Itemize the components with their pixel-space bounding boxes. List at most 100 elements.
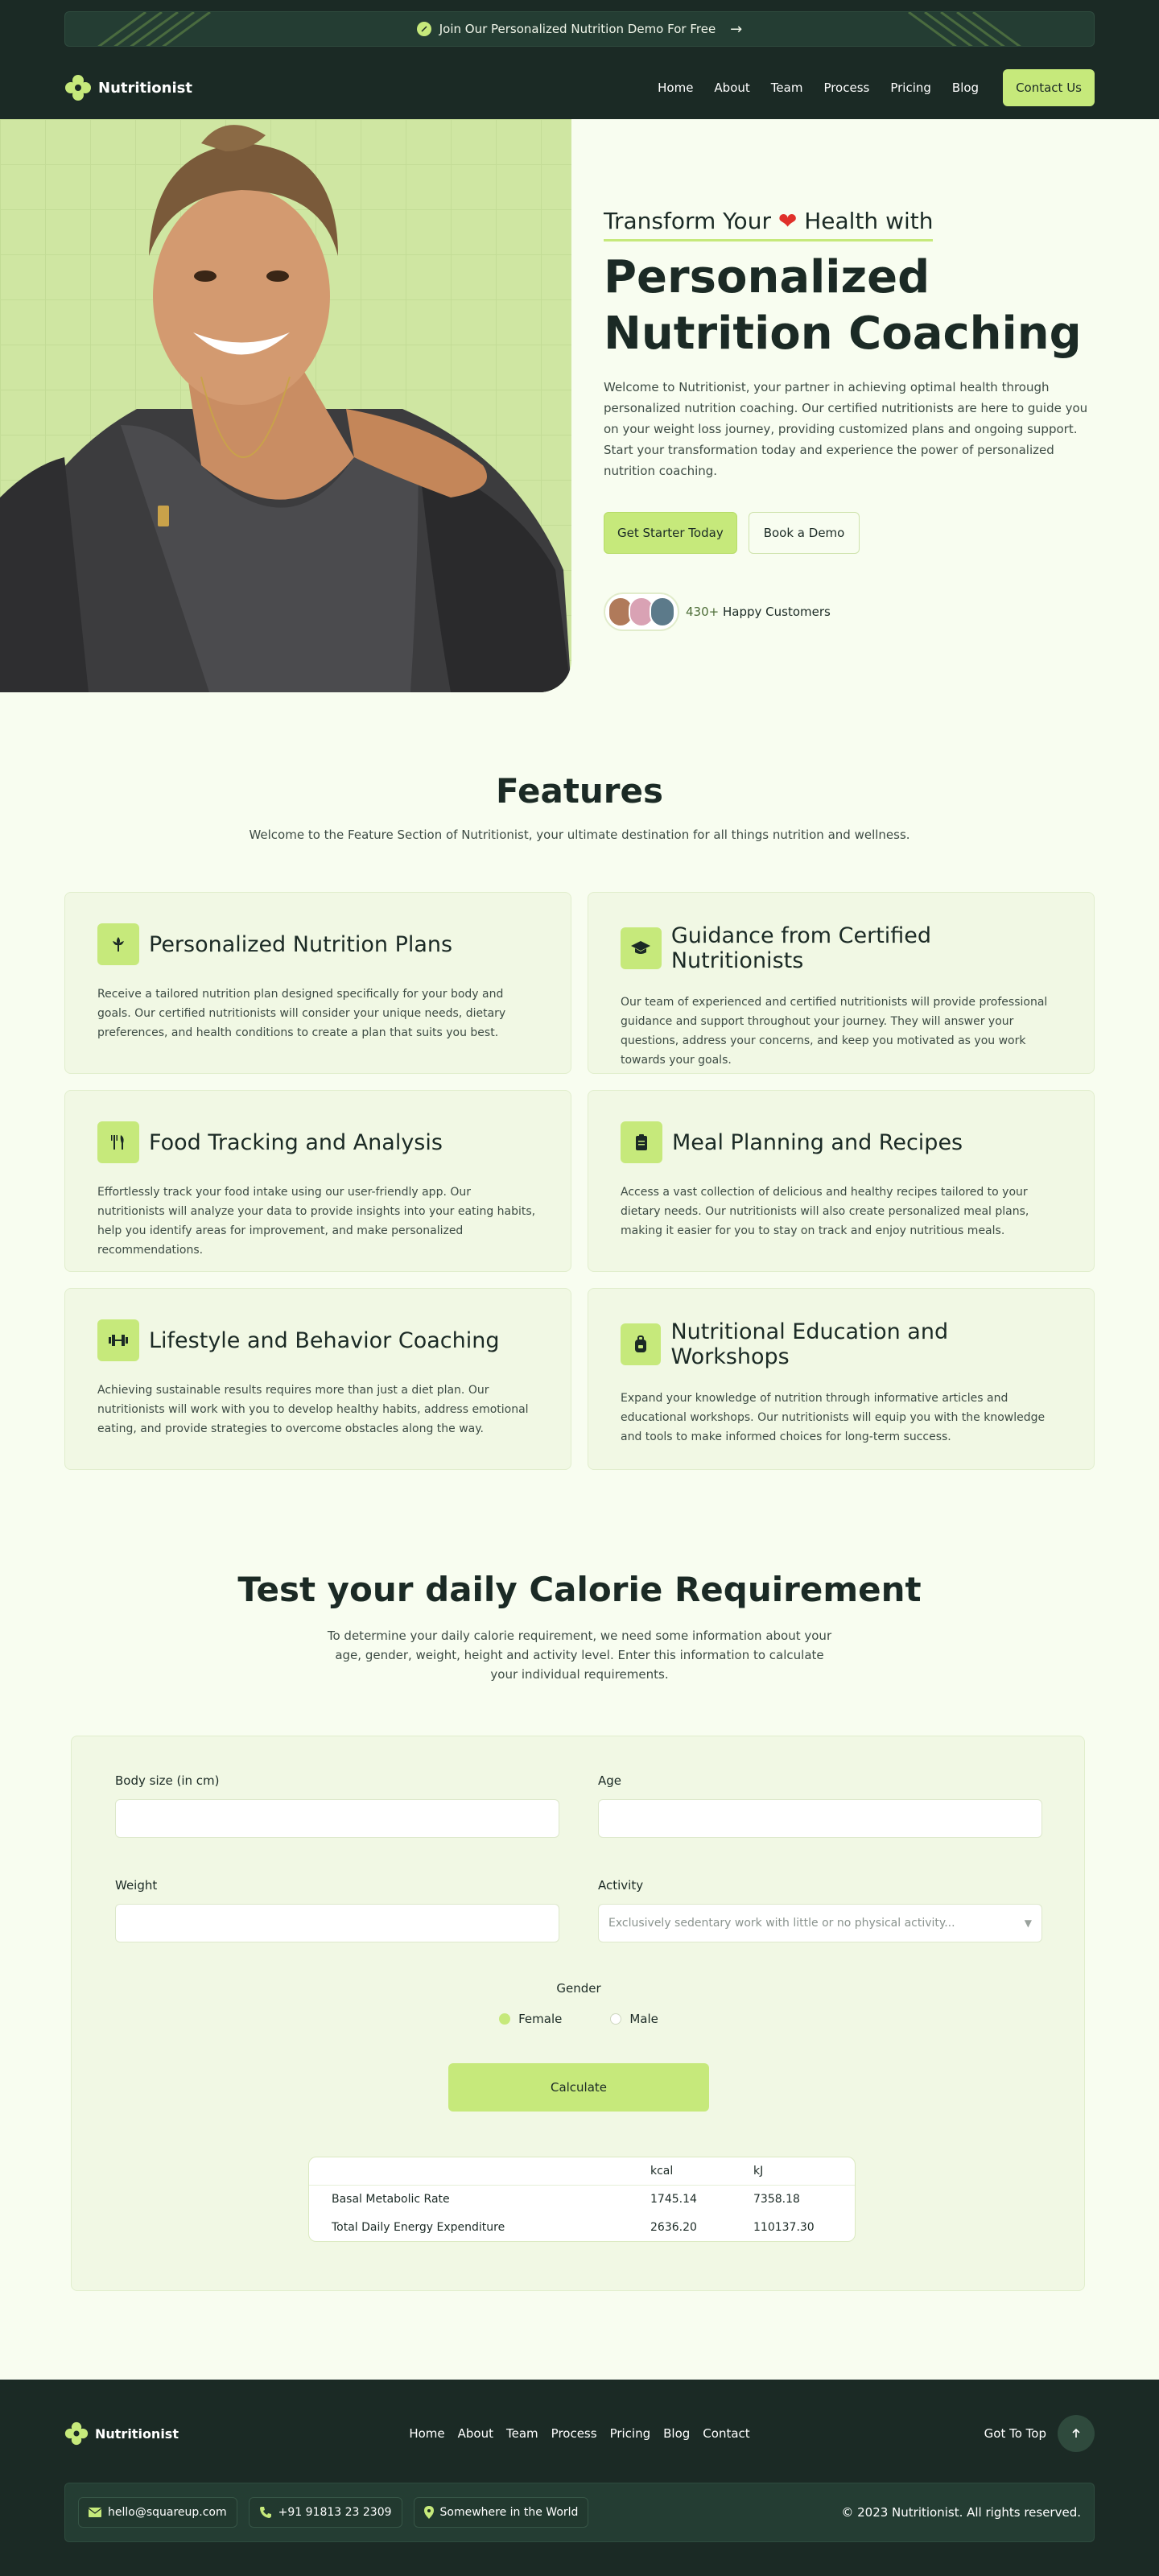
feature-description: Effortlessly track your food intake usin… xyxy=(97,1186,536,1257)
age-field: Age xyxy=(598,1773,1042,1838)
chevron-down-icon: ▼ xyxy=(1024,1918,1032,1929)
footer-nav-blog[interactable]: Blog xyxy=(663,2426,690,2441)
footer-nav-about[interactable]: About xyxy=(458,2426,493,2441)
feature-description: Our team of experienced and certified nu… xyxy=(621,996,1048,1067)
email-link[interactable]: hello@squareup.com xyxy=(78,2497,237,2528)
logo-icon xyxy=(64,2421,89,2446)
go-to-top-label: Got To Top xyxy=(984,2426,1046,2441)
age-input[interactable] xyxy=(598,1799,1042,1838)
logo-icon xyxy=(65,75,91,101)
features-grid: Personalized Nutrition Plans Receive a t… xyxy=(64,892,1095,1470)
table-cell: Total Daily Energy Expenditure xyxy=(332,2220,505,2234)
feature-card: Meal Planning and Recipes Access a vast … xyxy=(588,1090,1095,1272)
calculate-button[interactable]: Calculate xyxy=(448,2063,709,2112)
backpack-icon xyxy=(621,1323,662,1365)
heart-icon: ❤ xyxy=(777,208,798,234)
nav-item-process[interactable]: Process xyxy=(823,80,869,95)
feature-title: Meal Planning and Recipes xyxy=(672,1129,963,1155)
clipboard-icon xyxy=(621,1121,662,1163)
graduation-cap-icon xyxy=(621,927,662,969)
navbar: Nutritionist Home About Team Process Pri… xyxy=(64,69,1095,106)
table-cell: 2636.20 xyxy=(650,2220,697,2234)
activity-value: Exclusively sedentary work with little o… xyxy=(608,1917,955,1930)
table-cell: Basal Metabolic Rate xyxy=(332,2192,450,2206)
hero-image xyxy=(0,119,571,692)
customer-avatars xyxy=(604,592,679,631)
footer-nav-team[interactable]: Team xyxy=(506,2426,538,2441)
body-size-field: Body size (in cm) xyxy=(115,1773,559,1838)
feature-description: Access a vast collection of delicious an… xyxy=(621,1186,1029,1237)
phone-link[interactable]: +91 91813 23 2309 xyxy=(248,2497,402,2528)
radio-selected-icon xyxy=(499,2013,511,2025)
calorie-title: Test your daily Calorie Requirement xyxy=(237,1570,922,1609)
table-header-row: kcal kJ xyxy=(309,2157,855,2186)
contact-us-button[interactable]: Contact Us xyxy=(1003,69,1095,106)
site-header: Join Our Personalized Nutrition Demo For… xyxy=(0,0,1159,119)
body-size-input[interactable] xyxy=(115,1799,559,1838)
arrow-right-icon: → xyxy=(730,20,743,38)
promo-banner[interactable]: Join Our Personalized Nutrition Demo For… xyxy=(64,11,1095,47)
location-pin-icon xyxy=(423,2506,434,2519)
footer-nav-pricing[interactable]: Pricing xyxy=(610,2426,651,2441)
feature-title: Guidance from Certified Nutritionists xyxy=(670,923,932,973)
feature-title: Nutritional Education and Workshops xyxy=(670,1319,949,1369)
hero-kicker-pre: Transform Your xyxy=(604,208,771,234)
feature-title: Food Tracking and Analysis xyxy=(149,1129,443,1155)
table-row: Total Daily Energy Expenditure 2636.20 1… xyxy=(309,2213,855,2241)
dumbbell-icon xyxy=(97,1319,139,1361)
nav-item-pricing[interactable]: Pricing xyxy=(890,80,931,95)
go-to-top-button[interactable]: Got To Top xyxy=(984,2415,1095,2452)
activity-select[interactable]: Exclusively sedentary work with little o… xyxy=(598,1904,1042,1942)
feature-card: Food Tracking and Analysis Effortlessly … xyxy=(64,1090,571,1272)
gender-male-radio[interactable]: Male xyxy=(610,2012,658,2026)
customers-count: 430+ xyxy=(686,605,720,619)
weight-field: Weight xyxy=(115,1878,559,1942)
female-label: Female xyxy=(518,2012,563,2026)
brand-name: Nutritionist xyxy=(98,79,192,97)
gender-female-radio[interactable]: Female xyxy=(499,2012,562,2026)
feature-title: Lifestyle and Behavior Coaching xyxy=(149,1327,500,1353)
footer-nav-home[interactable]: Home xyxy=(409,2426,444,2441)
nav-item-blog[interactable]: Blog xyxy=(952,80,979,95)
happy-customers: 430+ Happy Customers xyxy=(604,592,1095,631)
fork-knife-icon xyxy=(97,1121,139,1163)
nav-item-about[interactable]: About xyxy=(714,80,749,95)
book-demo-button[interactable]: Book a Demo xyxy=(748,512,860,554)
gender-label: Gender xyxy=(556,1981,601,1996)
woman-portrait-illustration xyxy=(0,125,571,692)
nav-item-home[interactable]: Home xyxy=(658,80,693,95)
age-label: Age xyxy=(598,1773,622,1788)
calorie-subtitle: To determine your daily calorie requirem… xyxy=(327,1629,832,1682)
hero-actions: Get Starter Today Book a Demo xyxy=(604,512,1095,554)
feature-card: Personalized Nutrition Plans Receive a t… xyxy=(64,892,571,1074)
promo-text: Join Our Personalized Nutrition Demo For… xyxy=(439,22,716,36)
leaf-icon xyxy=(416,22,431,36)
mail-icon xyxy=(89,2508,101,2517)
nav-item-team[interactable]: Team xyxy=(771,80,803,95)
hero-content: Transform Your ❤ Health with Personalize… xyxy=(604,208,1095,631)
location-link[interactable]: Somewhere in the World xyxy=(413,2497,589,2528)
leaf-pattern-decoration xyxy=(97,12,211,46)
table-header: kJ xyxy=(753,2157,855,2186)
weight-input[interactable] xyxy=(115,1904,559,1942)
avatar xyxy=(650,597,675,627)
gender-options: Female Male xyxy=(72,2012,1086,2026)
footer-brand-name: Nutritionist xyxy=(95,2425,179,2442)
customers-label: Happy Customers xyxy=(722,605,831,619)
weight-label: Weight xyxy=(115,1878,158,1893)
results-table: kcal kJ Basal Metabolic Rate 1745.14 735… xyxy=(308,2157,856,2242)
footer-logo[interactable]: Nutritionist xyxy=(64,2421,179,2446)
footer-nav-contact[interactable]: Contact xyxy=(703,2426,749,2441)
table-cell: 7358.18 xyxy=(753,2192,800,2206)
logo[interactable]: Nutritionist xyxy=(64,74,192,101)
calorie-calculator: Body size (in cm) Age Weight Activity Ex… xyxy=(71,1736,1085,2291)
footer-nav-process[interactable]: Process xyxy=(551,2426,597,2441)
body-size-label: Body size (in cm) xyxy=(115,1773,220,1788)
location-text: Somewhere in the World xyxy=(439,2506,579,2519)
feature-description: Achieving sustainable results requires m… xyxy=(97,1384,529,1435)
footer-nav: Home About Team Process Pricing Blog Con… xyxy=(409,2426,749,2441)
phone-icon xyxy=(259,2507,271,2518)
footer-contact-bar: hello@squareup.com +91 91813 23 2309 Som… xyxy=(64,2483,1095,2542)
get-started-button[interactable]: Get Starter Today xyxy=(604,512,737,554)
hero-title: Personalized Nutrition Coaching xyxy=(604,251,1082,360)
